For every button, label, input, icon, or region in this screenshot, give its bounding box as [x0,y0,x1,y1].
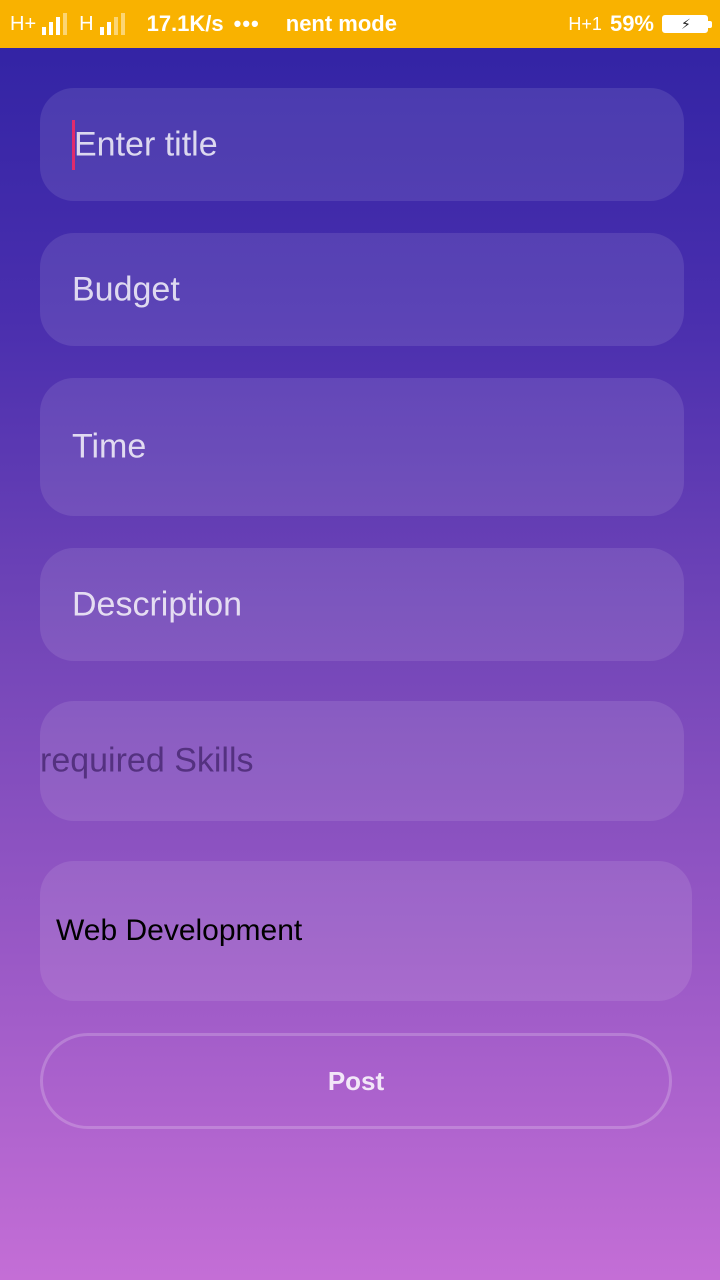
category-selected-value: Web Development [56,914,303,947]
battery-charging-icon: ⚡ [662,15,712,33]
category-select[interactable]: Web Development [40,861,692,1001]
budget-input[interactable]: Budget [40,233,684,346]
description-placeholder: Description [72,585,243,623]
required-skills-input[interactable]: required Skills [40,701,684,821]
description-input[interactable]: Description [40,548,684,661]
mode-text: nent mode [285,11,397,36]
network-speed: 17.1K/s [146,11,224,36]
network-type-2: H [79,12,94,35]
post-button[interactable]: Post [40,1033,672,1129]
title-input[interactable]: Enter title [40,88,684,201]
title-placeholder: Enter title [74,125,218,163]
time-input[interactable]: Time [40,378,684,516]
battery-percent: 59% [609,11,654,36]
status-bar: H+ H 17.1K/s ••• nent mode H+1 59% ⚡ [0,0,720,48]
signal-strength-icon-2 [99,13,125,35]
time-placeholder: Time [72,427,147,466]
more-notifications-icon: ••• [233,11,260,36]
network-type-1: H+ [10,12,37,35]
budget-placeholder: Budget [72,270,180,308]
signal-strength-icon [42,13,68,35]
skills-placeholder: required Skills [40,741,254,780]
network-type-3: H+1 [568,13,602,34]
